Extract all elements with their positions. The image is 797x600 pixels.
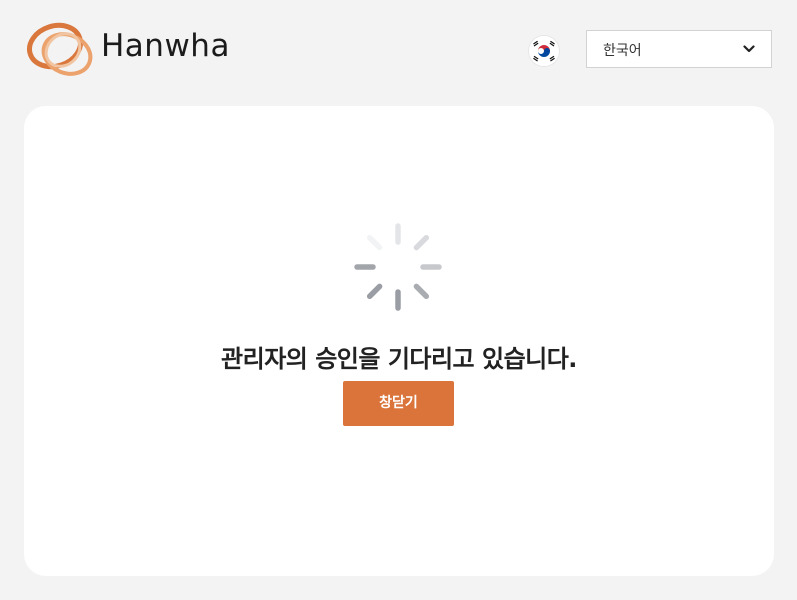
close-window-button[interactable]: 창닫기 — [343, 381, 454, 426]
approval-card: 관리자의 승인을 기다리고 있습니다. 창닫기 — [24, 106, 774, 576]
hanwha-logo: Hanwha — [25, 17, 255, 81]
south-korea-flag-icon — [529, 36, 559, 66]
brand-name: Hanwha — [101, 28, 230, 64]
status-message: 관리자의 승인을 기다리고 있습니다. — [221, 345, 577, 373]
hanwha-logo-mark-icon — [27, 22, 93, 76]
language-select[interactable]: 한국어 — [586, 30, 772, 68]
loading-spinner-icon — [354, 223, 442, 311]
chevron-down-icon — [743, 45, 755, 53]
language-select-value: 한국어 — [603, 43, 642, 59]
header: Hanwha 한국어 — [0, 0, 797, 100]
